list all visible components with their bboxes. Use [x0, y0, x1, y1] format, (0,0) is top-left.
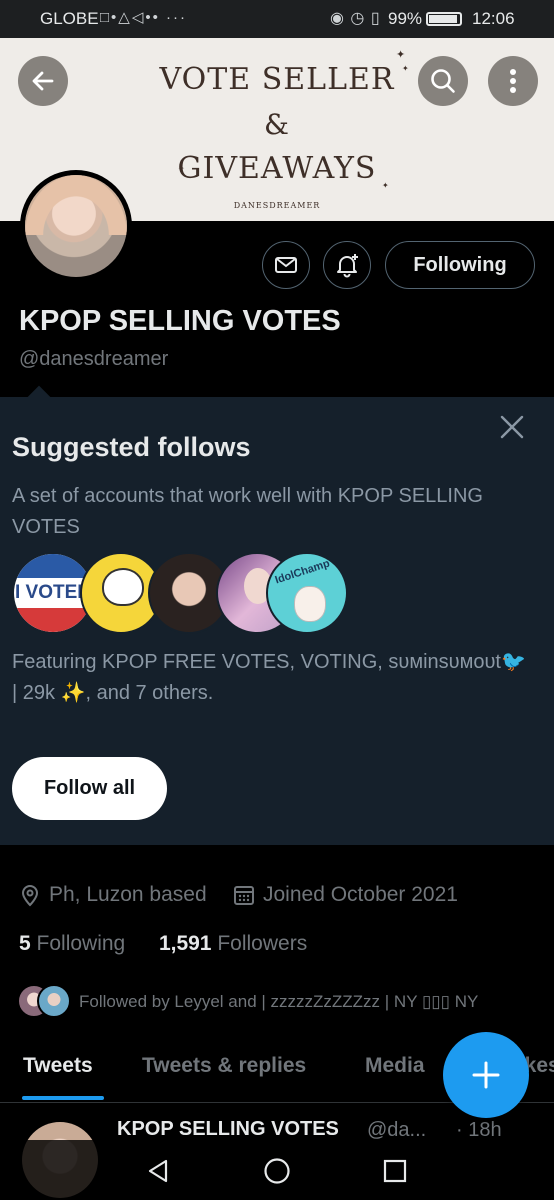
- notification-icons: □•△◁•• ···: [100, 9, 188, 26]
- calendar-icon: [234, 886, 254, 905]
- location: Ph, Luzon based: [19, 883, 207, 907]
- followed-by[interactable]: Followed by Leyyel and | zzzzzZzZZZzz | …: [17, 984, 547, 1020]
- featuring-text: Featuring KPOP FREE VOTES, VOTING, sᴜᴍin…: [12, 651, 526, 704]
- banner-line-1: VOTE SELLER: [159, 62, 395, 97]
- nav-back-icon[interactable]: [146, 1158, 170, 1184]
- tweet-timestamp: · 18h: [456, 1119, 502, 1141]
- suggested-description: A set of accounts that work well with KP…: [12, 485, 483, 538]
- following-button[interactable]: Following: [385, 241, 535, 289]
- followed-by-text: Followed by Leyyel and | zzzzzZzZZZzz | …: [79, 992, 479, 1011]
- back-button[interactable]: [18, 56, 68, 106]
- nav-home-icon[interactable]: [263, 1157, 291, 1185]
- active-tab-indicator: [22, 1096, 104, 1100]
- suggested-avatars[interactable]: I VOTED IdolChamp: [12, 552, 348, 634]
- follow-all-button[interactable]: Follow all: [12, 757, 167, 820]
- dismiss-button[interactable]: [498, 413, 526, 446]
- message-button[interactable]: [262, 241, 310, 289]
- clock: 12:06: [472, 9, 515, 28]
- search-icon: [431, 69, 455, 93]
- envelope-icon: [275, 257, 297, 273]
- carrier-label: GLOBE: [40, 9, 99, 28]
- followers-link[interactable]: 1,591 Followers: [159, 932, 307, 955]
- follow-counts: 5 Following 1,591 Followers: [19, 932, 307, 956]
- profile-handle: @danesdreamer: [19, 348, 169, 370]
- avatar: [37, 984, 71, 1018]
- suggested-follows-panel: Suggested follows A set of accounts that…: [0, 385, 554, 845]
- suggested-title: Suggested follows: [12, 432, 251, 462]
- profile-avatar[interactable]: [20, 170, 132, 282]
- join-date: Joined October 2021: [233, 883, 458, 907]
- tab-media[interactable]: Media: [365, 1054, 425, 1078]
- close-icon: [500, 415, 524, 439]
- sparkle-icon: ✦: [396, 49, 406, 61]
- sparkle-icon: ✦: [178, 164, 185, 173]
- location-text: Ph, Luzon based: [49, 883, 207, 906]
- more-options-button[interactable]: [488, 56, 538, 106]
- tab-tweets[interactable]: Tweets: [23, 1054, 93, 1078]
- tweet-author-handle: @da...: [367, 1119, 427, 1141]
- sparkle-icon: ✦: [382, 181, 389, 190]
- nav-recents-icon[interactable]: [383, 1159, 407, 1183]
- following-link[interactable]: 5 Following: [19, 932, 125, 955]
- bell-plus-icon: [337, 254, 358, 278]
- system-navigation-bar: [0, 1140, 554, 1200]
- battery-percent: 99%: [388, 9, 423, 28]
- suggested-avatar[interactable]: IdolChamp: [266, 552, 348, 634]
- notifications-button[interactable]: [323, 241, 371, 289]
- system-icons: ◉ ◷ ▯: [330, 10, 381, 27]
- tweet-author-name: KPOP SELLING VOTES: [117, 1118, 339, 1140]
- tab-tweets-replies[interactable]: Tweets & replies: [142, 1054, 306, 1078]
- location-pin-icon: [21, 885, 39, 907]
- profile-name: KPOP SELLING VOTES: [19, 305, 341, 337]
- compose-tweet-button[interactable]: [443, 1032, 529, 1118]
- join-date-text: Joined October 2021: [263, 883, 458, 906]
- battery-icon: [426, 12, 462, 26]
- search-button[interactable]: [418, 56, 468, 106]
- status-bar: GLOBE □•△◁•• ··· ◉ ◷ ▯ 99% 12:06: [0, 0, 554, 38]
- sparkle-icon: ✦: [402, 64, 409, 73]
- avatar-image: [25, 175, 127, 277]
- more-vertical-icon: [510, 69, 516, 93]
- arrow-left-icon: [32, 71, 54, 91]
- banner-line-2: &: [264, 108, 290, 141]
- plus-icon: [472, 1061, 500, 1089]
